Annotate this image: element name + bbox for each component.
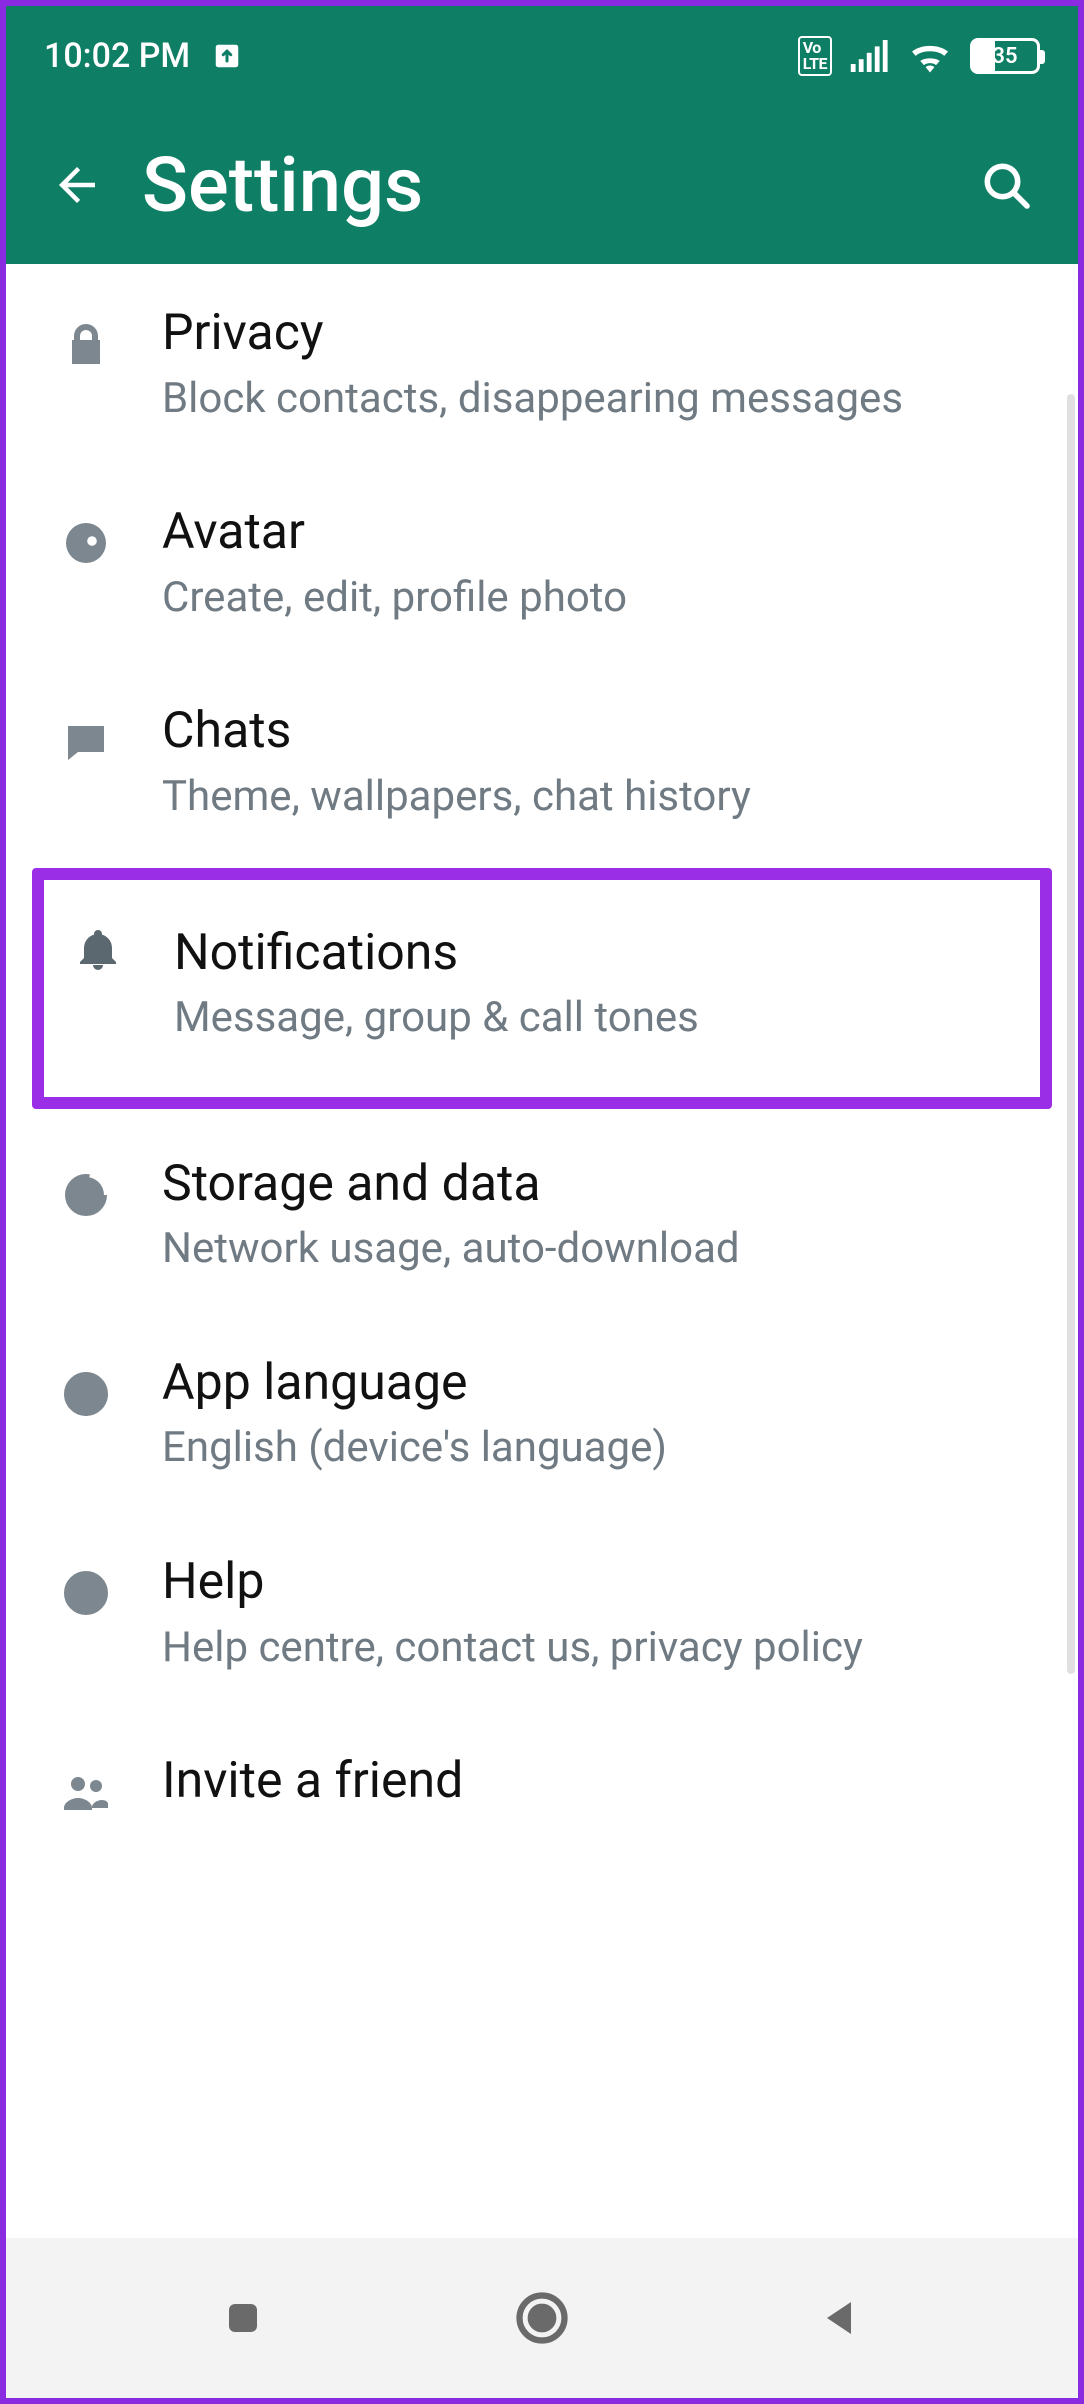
page-title: Settings xyxy=(142,140,423,230)
item-subtitle: English (device's language) xyxy=(162,1420,1030,1477)
bell-icon xyxy=(66,922,130,974)
signal-icon xyxy=(850,40,890,72)
volte-icon: VoLTE xyxy=(798,36,832,76)
data-usage-icon xyxy=(54,1153,118,1219)
system-nav-bar xyxy=(6,2238,1078,2398)
back-button[interactable] xyxy=(50,158,104,212)
nav-back-button[interactable] xyxy=(817,2294,865,2342)
settings-item-help[interactable]: Help Help centre, contact us, privacy po… xyxy=(6,1513,1078,1712)
item-title: Notifications xyxy=(174,922,1018,985)
status-bar: 10:02 PM VoLTE 35 xyxy=(6,6,1078,106)
people-icon xyxy=(54,1750,118,1816)
settings-item-avatar[interactable]: Avatar Create, edit, profile photo xyxy=(6,463,1078,662)
settings-item-storage[interactable]: Storage and data Network usage, auto-dow… xyxy=(6,1115,1078,1314)
scrollbar[interactable] xyxy=(1067,394,1075,1674)
settings-item-language[interactable]: App language English (device's language) xyxy=(6,1314,1078,1513)
battery-percent: 35 xyxy=(992,44,1017,69)
search-button[interactable] xyxy=(978,157,1034,213)
settings-item-chats[interactable]: Chats Theme, wallpapers, chat history xyxy=(6,662,1078,861)
settings-item-privacy[interactable]: Privacy Block contacts, disappearing mes… xyxy=(6,264,1078,463)
item-title: Invite a friend xyxy=(162,1750,1030,1813)
status-time: 10:02 PM xyxy=(44,36,190,76)
settings-item-invite[interactable]: Invite a friend xyxy=(6,1712,1078,1816)
item-subtitle: Theme, wallpapers, chat history xyxy=(162,769,1030,826)
chat-icon xyxy=(54,700,118,766)
settings-item-notifications[interactable]: Notifications Message, group & call tone… xyxy=(32,868,1052,1109)
item-subtitle: Network usage, auto-download xyxy=(162,1221,1030,1278)
item-subtitle: Create, edit, profile photo xyxy=(162,570,1030,627)
item-title: Privacy xyxy=(162,302,1030,365)
globe-icon xyxy=(54,1352,118,1418)
item-title: Storage and data xyxy=(162,1153,1030,1216)
item-subtitle: Block contacts, disappearing messages xyxy=(162,371,1030,428)
avatar-icon xyxy=(54,501,118,567)
item-title: Chats xyxy=(162,700,1030,763)
settings-list: Privacy Block contacts, disappearing mes… xyxy=(6,264,1078,2238)
battery-icon: 35 xyxy=(970,38,1040,74)
wifi-icon xyxy=(908,39,952,73)
item-title: App language xyxy=(162,1352,1030,1415)
item-subtitle: Message, group & call tones xyxy=(174,990,1018,1047)
item-subtitle: Help centre, contact us, privacy policy xyxy=(162,1620,1030,1677)
upload-icon xyxy=(212,41,242,71)
lock-icon xyxy=(54,302,118,368)
app-bar: Settings xyxy=(6,106,1078,264)
nav-home-button[interactable] xyxy=(512,2288,572,2348)
item-title: Avatar xyxy=(162,501,1030,564)
nav-recent-button[interactable] xyxy=(219,2294,267,2342)
help-icon xyxy=(54,1551,118,1617)
item-title: Help xyxy=(162,1551,1030,1614)
